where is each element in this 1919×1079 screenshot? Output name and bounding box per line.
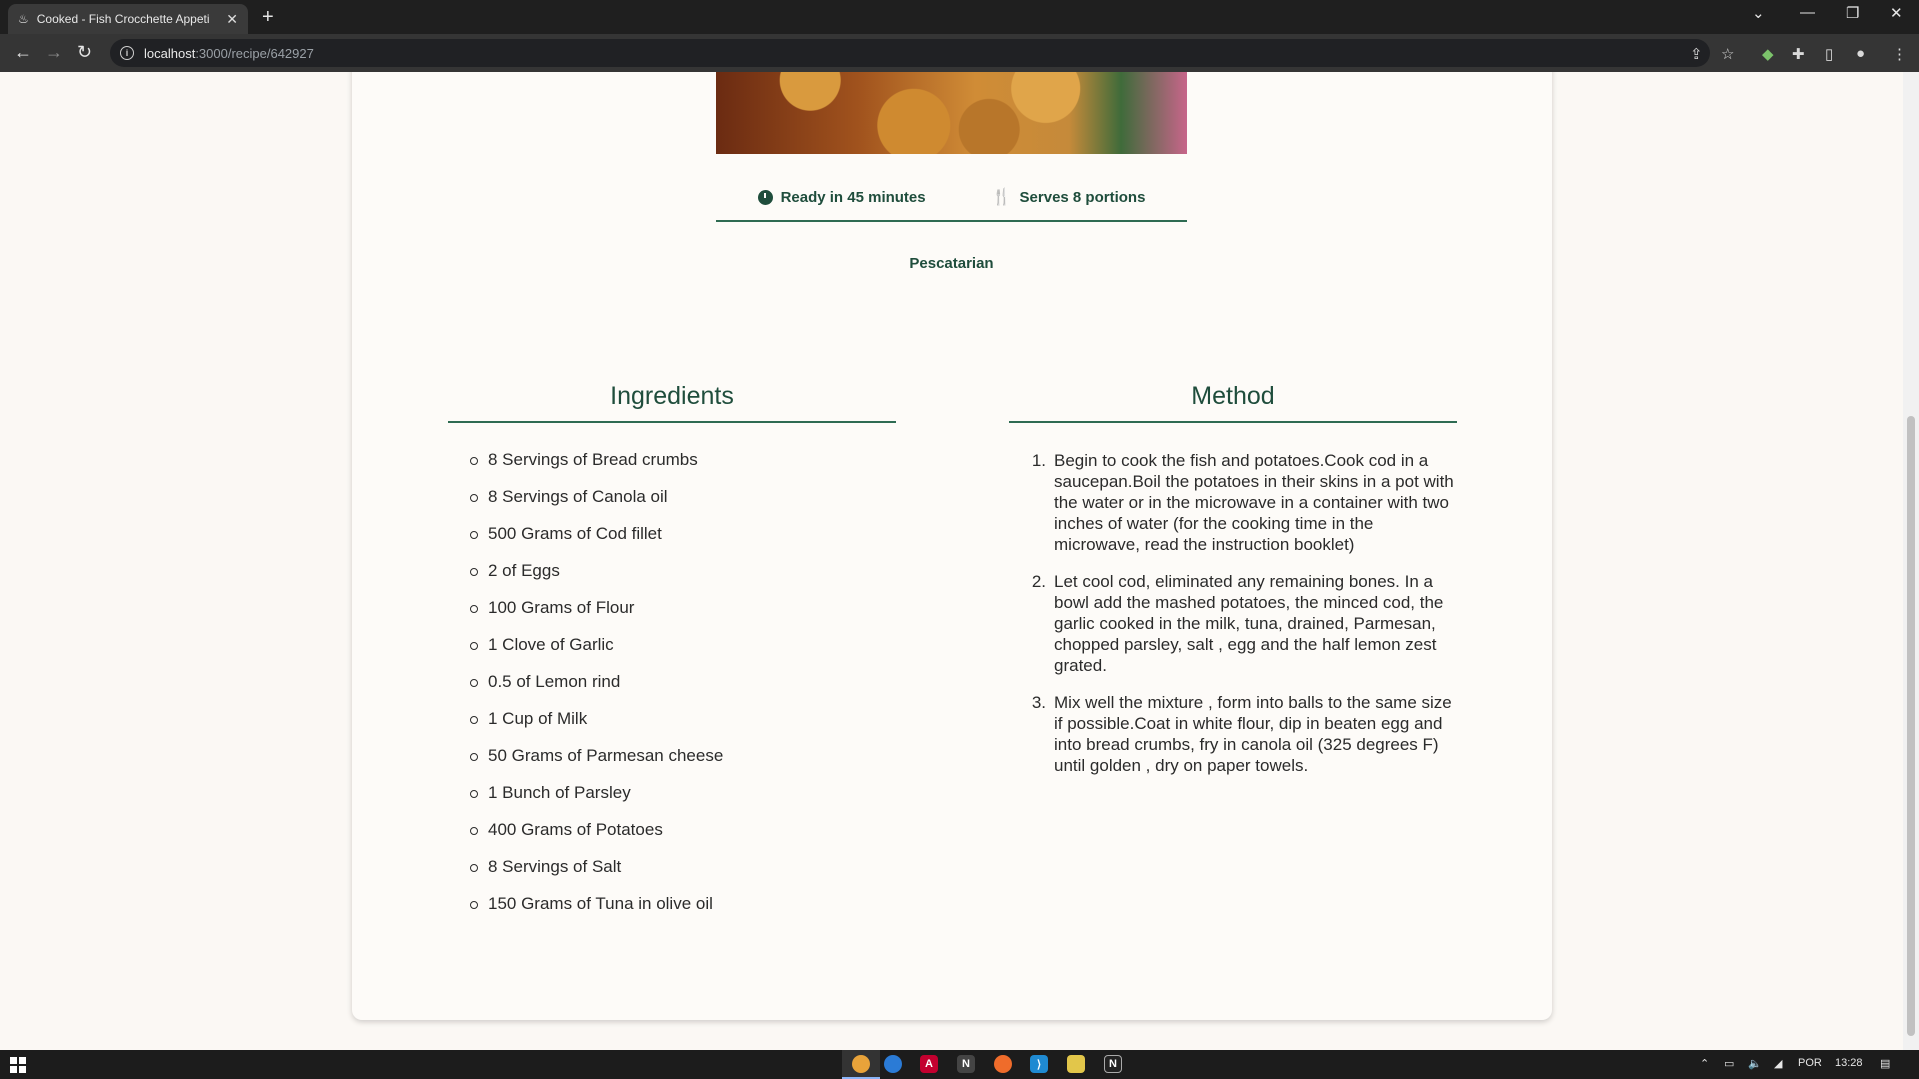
browser-menu-icon[interactable]: ⋮ — [1892, 45, 1907, 63]
notion-alt-app-icon[interactable]: N — [1104, 1055, 1122, 1073]
clock-time[interactable]: 13:28 — [1835, 1057, 1863, 1069]
windows-start-icon[interactable] — [10, 1057, 26, 1073]
ingredient-item: 1 Clove of Garlic — [470, 635, 723, 672]
minimize-icon[interactable]: — — [1800, 4, 1815, 21]
browser-tab[interactable]: ♨ Cooked - Fish Crocchette Appeti ✕ — [8, 4, 248, 34]
address-bar[interactable]: i localhost:3000/recipe/642927 — [110, 39, 1710, 67]
ingredients-list: 8 Servings of Bread crumbs 8 Servings of… — [470, 450, 723, 931]
ingredient-item: 500 Grams of Cod fillet — [470, 524, 723, 561]
page-viewport: Ready in 45 minutes 🍴 Serves 8 portions … — [0, 72, 1903, 1050]
ingredient-item: 8 Servings of Bread crumbs — [470, 450, 723, 487]
browser-toolbar: ← → ↻ i localhost:3000/recipe/642927 ⇪ ☆… — [0, 34, 1919, 72]
recipe-meta-row: Ready in 45 minutes 🍴 Serves 8 portions — [716, 180, 1187, 222]
ingredient-item: 1 Bunch of Parsley — [470, 783, 723, 820]
volume-icon[interactable]: 🔈 — [1748, 1057, 1762, 1070]
profile-avatar-icon[interactable]: ● — [1856, 45, 1865, 62]
method-step: 1. Begin to cook the fish and potatoes.C… — [1028, 450, 1458, 555]
url-host: localhost — [144, 45, 196, 61]
side-panel-icon[interactable]: ▯ — [1825, 45, 1833, 63]
battery-icon[interactable]: ▭ — [1724, 1057, 1734, 1070]
network-icon[interactable]: ◢ — [1774, 1057, 1782, 1070]
step-text: Mix well the mixture , form into balls t… — [1054, 693, 1452, 775]
servings-text: Serves 8 portions — [1019, 188, 1146, 206]
site-info-icon[interactable]: i — [120, 46, 134, 60]
notifications-icon[interactable]: ▤ — [1880, 1057, 1890, 1070]
notepad-app-icon[interactable] — [1067, 1055, 1085, 1073]
servings: 🍴 Serves 8 portions — [992, 187, 1146, 207]
url-path: :3000/recipe/642927 — [195, 45, 314, 61]
tab-favicon-icon: ♨ — [18, 12, 29, 26]
vscode-app-icon[interactable]: ⟩ — [1030, 1055, 1048, 1073]
step-text: Let cool cod, eliminated any remaining b… — [1054, 572, 1444, 675]
tab-search-icon[interactable]: ⌄ — [1752, 4, 1765, 22]
chrome-app-icon[interactable] — [852, 1055, 870, 1073]
extensions-puzzle-icon[interactable]: ✚ — [1792, 45, 1805, 63]
ingredients-heading: Ingredients — [448, 382, 896, 423]
app-blue-icon[interactable] — [884, 1055, 902, 1073]
method-step: 3. Mix well the mixture , form into ball… — [1028, 692, 1458, 776]
os-taskbar: A N ⟩ N ⌃ ▭ 🔈 ◢ POR 13:28 ▤ — [0, 1050, 1919, 1079]
restore-icon[interactable]: ❐ — [1846, 4, 1859, 22]
ingredient-item: 0.5 of Lemon rind — [470, 672, 723, 709]
postman-app-icon[interactable] — [994, 1055, 1012, 1073]
angular-app-icon[interactable]: A — [920, 1055, 938, 1073]
ingredient-item: 1 Cup of Milk — [470, 709, 723, 746]
utensils-icon: 🍴 — [991, 189, 1012, 206]
step-number: 3. — [1031, 693, 1046, 712]
ingredient-item: 400 Grams of Potatoes — [470, 820, 723, 857]
new-tab-button[interactable]: + — [262, 6, 274, 28]
bookmark-star-icon[interactable]: ☆ — [1721, 45, 1734, 63]
method-steps: 1. Begin to cook the fish and potatoes.C… — [1028, 450, 1458, 792]
ingredient-item: 8 Servings of Canola oil — [470, 487, 723, 524]
language-indicator[interactable]: POR — [1798, 1057, 1822, 1069]
ingredient-item: 100 Grams of Flour — [470, 598, 723, 635]
ready-time-text: Ready in 45 minutes — [780, 188, 926, 206]
notion-app-icon[interactable]: N — [957, 1055, 975, 1073]
ingredient-item: 50 Grams of Parmesan cheese — [470, 746, 723, 783]
tab-close-icon[interactable]: ✕ — [226, 11, 238, 28]
browser-tab-strip: ♨ Cooked - Fish Crocchette Appeti ✕ + ⌄ … — [0, 0, 1919, 34]
method-heading: Method — [1009, 382, 1457, 423]
scrollbar-thumb[interactable] — [1907, 416, 1915, 1036]
step-number: 1. — [1031, 451, 1046, 470]
tray-overflow-icon[interactable]: ⌃ — [1700, 1057, 1709, 1070]
back-icon[interactable]: ← — [14, 42, 32, 62]
ingredient-item: 2 of Eggs — [470, 561, 723, 598]
forward-icon[interactable]: → — [45, 42, 63, 62]
method-step: 2. Let cool cod, eliminated any remainin… — [1028, 571, 1458, 676]
step-number: 2. — [1031, 572, 1046, 591]
share-icon[interactable]: ⇪ — [1690, 45, 1703, 63]
extension-color-icon[interactable]: ◆ — [1762, 45, 1774, 63]
url-text[interactable]: localhost:3000/recipe/642927 — [144, 46, 314, 61]
ingredient-item: 8 Servings of Salt — [470, 857, 723, 894]
step-text: Begin to cook the fish and potatoes.Cook… — [1054, 451, 1454, 554]
page-scrollbar[interactable] — [1903, 72, 1919, 1050]
ingredient-item: 150 Grams of Tuna in olive oil — [470, 894, 723, 931]
ready-time: Ready in 45 minutes — [757, 188, 926, 206]
tab-title: Cooked - Fish Crocchette Appeti — [36, 12, 210, 26]
reload-icon[interactable]: ↻ — [77, 42, 92, 62]
diet-label: Pescatarian — [909, 255, 994, 272]
close-window-icon[interactable]: ✕ — [1890, 4, 1903, 22]
clock-icon — [757, 189, 773, 205]
recipe-photo — [716, 72, 1187, 154]
